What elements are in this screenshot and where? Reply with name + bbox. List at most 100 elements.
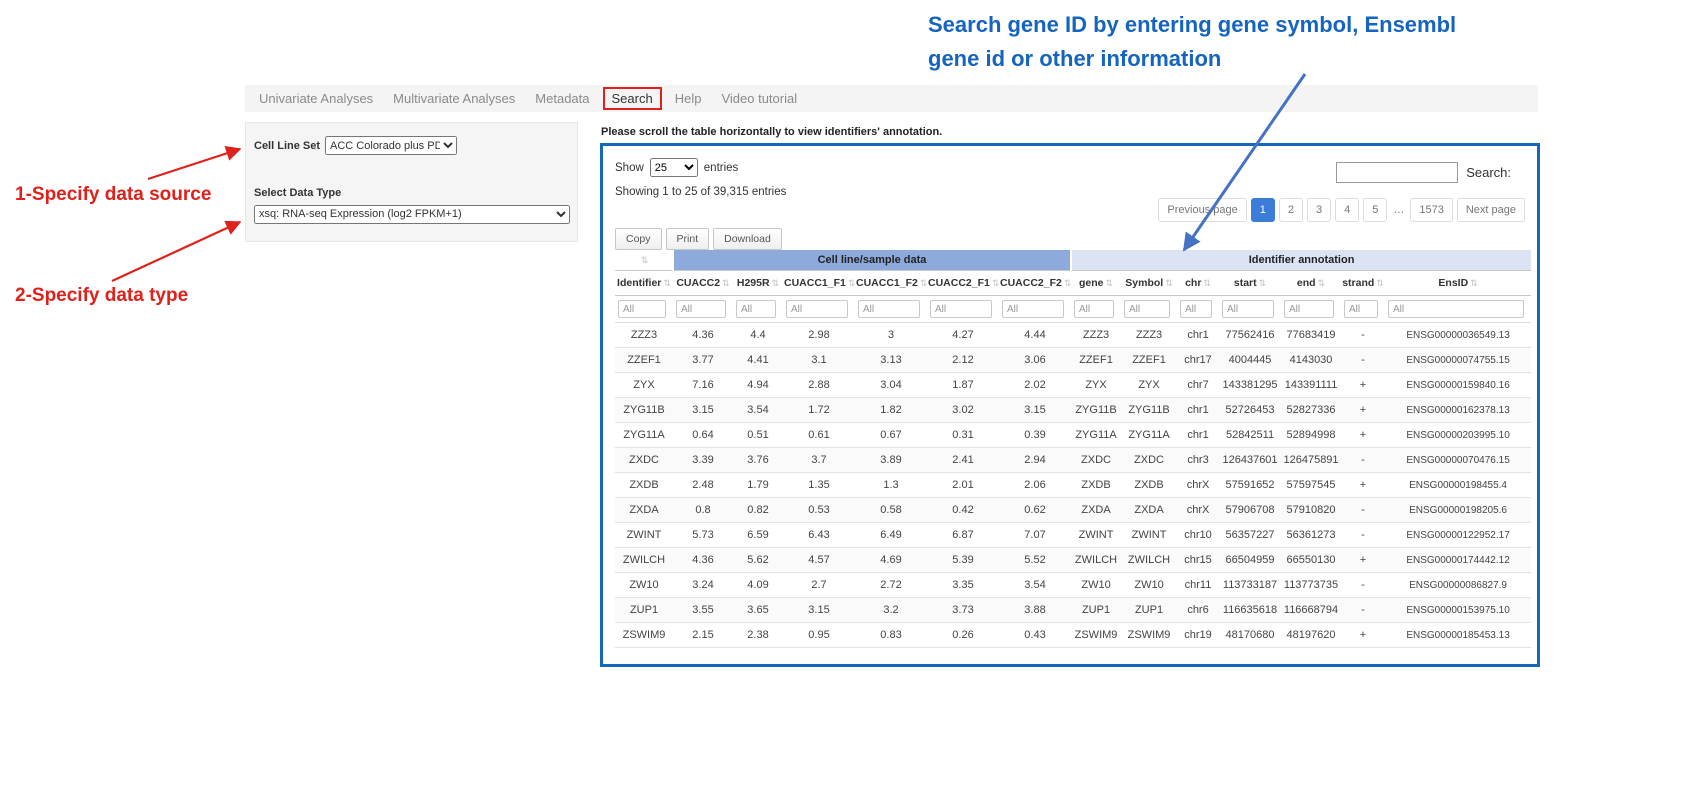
table-cell: 4.4 [733,323,783,348]
table-cell: 4.44 [999,323,1071,348]
table-cell: 143381295 [1219,373,1281,398]
column-header-cuacc2-f2[interactable]: CUACC2_F2⇅ [999,271,1071,296]
column-label: EnsID [1438,277,1468,289]
table-cell: 2.06 [999,473,1071,498]
filter-input-cuacc2[interactable] [676,300,726,318]
table-cell: ZYG11A [615,423,673,448]
nav-item-search[interactable]: Search [603,87,662,110]
data-type-select[interactable]: xsq: RNA-seq Expression (log2 FPKM+1) [254,205,570,224]
table-cell: 5.62 [733,548,783,573]
column-header-gene[interactable]: gene⇅ [1071,271,1121,296]
table-cell: 4.27 [927,323,999,348]
table-row: ZYX7.164.942.883.041.872.02ZYXZYXchr7143… [615,373,1531,398]
column-header-ensid[interactable]: EnsID⇅ [1385,271,1531,296]
table-cell: 3.55 [673,598,733,623]
pagination: Previous page12345…1573Next page [1158,198,1525,222]
filter-input-cuacc2-f2[interactable] [1002,300,1064,318]
page-button-1573[interactable]: 1573 [1410,198,1452,222]
nav-item-help[interactable]: Help [665,88,712,109]
column-header-cuacc2[interactable]: CUACC2⇅ [673,271,733,296]
table-cell: 1.82 [855,398,927,423]
column-header-symbol[interactable]: Symbol⇅ [1121,271,1177,296]
table-cell: 52894998 [1281,423,1341,448]
table-search: Search: [1336,162,1511,183]
table-row: ZZZ34.364.42.9834.274.44ZZZ3ZZZ3chr17756… [615,323,1531,348]
filter-input-cuacc1-f1[interactable] [786,300,848,318]
filter-input-h295r[interactable] [736,300,776,318]
filter-input-cuacc1-f2[interactable] [858,300,920,318]
column-header-chr[interactable]: chr⇅ [1177,271,1219,296]
filter-cell [1121,296,1177,323]
column-label: Identifier [617,277,661,289]
annotation-search-note: Search gene ID by entering gene symbol, … [928,8,1458,76]
column-label: CUACC1_F1 [784,277,846,289]
column-header-strand[interactable]: strand⇅ [1341,271,1385,296]
table-cell: ZW10 [615,573,673,598]
table-cell: ENSG00000162378.13 [1385,398,1531,423]
column-header-end[interactable]: end⇅ [1281,271,1341,296]
page-button-2[interactable]: 2 [1279,198,1303,222]
page-length-select[interactable]: 25 [650,158,698,177]
table-cell: 3.7 [783,448,855,473]
cell-line-set-select[interactable]: ACC Colorado plus PDX [325,136,457,155]
table-row: ZYG11B3.153.541.721.823.023.15ZYG11BZYG1… [615,398,1531,423]
table-cell: 6.87 [927,523,999,548]
filter-input-cuacc2-f1[interactable] [930,300,992,318]
table-cell: 2.48 [673,473,733,498]
filter-input-start[interactable] [1222,300,1274,318]
table-cell: 48170680 [1219,623,1281,648]
print-button[interactable]: Print [666,228,710,250]
table-row: ZXDB2.481.791.351.32.012.06ZXDBZXDBchrX5… [615,473,1531,498]
nav-item-univariate-analyses[interactable]: Univariate Analyses [249,88,383,109]
table-cell: ZWILCH [615,548,673,573]
column-header-cuacc1-f1[interactable]: CUACC1_F1⇅ [783,271,855,296]
filter-input-symbol[interactable] [1124,300,1170,318]
previous-page-button[interactable]: Previous page [1158,198,1246,222]
table-cell: 0.43 [999,623,1071,648]
table-row: ZUP13.553.653.153.23.733.88ZUP1ZUP1chr61… [615,598,1531,623]
page-button-1[interactable]: 1 [1251,198,1275,222]
page-button-3[interactable]: 3 [1307,198,1331,222]
filter-cell [1281,296,1341,323]
table-cell: 56357227 [1219,523,1281,548]
filter-input-strand[interactable] [1344,300,1378,318]
filter-input-chr[interactable] [1180,300,1212,318]
table-cell: 52842511 [1219,423,1281,448]
entries-label: entries [704,162,739,174]
column-header-h295r[interactable]: H295R⇅ [733,271,783,296]
filter-input-gene[interactable] [1074,300,1114,318]
sort-icon: ⇅ [1318,278,1326,288]
table-cell: + [1341,548,1385,573]
filter-input-end[interactable] [1284,300,1334,318]
table-cell: ENSG00000198205.6 [1385,498,1531,523]
column-header-start[interactable]: start⇅ [1219,271,1281,296]
table-cell: 143391111 [1281,373,1341,398]
page-button-5[interactable]: 5 [1363,198,1387,222]
column-header-cuacc1-f2[interactable]: CUACC1_F2⇅ [855,271,927,296]
nav-item-metadata[interactable]: Metadata [525,88,599,109]
table-cell: ZXDB [1071,473,1121,498]
filter-cell [733,296,783,323]
page-button-4[interactable]: 4 [1335,198,1359,222]
filter-input-ensid[interactable] [1388,300,1524,318]
table-cell: 3.73 [927,598,999,623]
table-cell: 4.36 [673,548,733,573]
table-cell: 3.04 [855,373,927,398]
search-input[interactable] [1336,162,1458,183]
search-label: Search: [1466,165,1511,180]
next-page-button[interactable]: Next page [1457,198,1525,222]
nav-item-video-tutorial[interactable]: Video tutorial [711,88,807,109]
table-cell: ENSG00000198455.4 [1385,473,1531,498]
table-cell: + [1341,623,1385,648]
table-cell: ZUP1 [1071,598,1121,623]
table-cell: ZXDB [1121,473,1177,498]
column-header-cuacc2-f1[interactable]: CUACC2_F1⇅ [927,271,999,296]
nav-item-multivariate-analyses[interactable]: Multivariate Analyses [383,88,525,109]
column-label: CUACC2 [676,277,720,289]
filter-input-identifier[interactable] [618,300,666,318]
table-cell: 57910820 [1281,498,1341,523]
column-header-identifier[interactable]: Identifier⇅ [615,271,673,296]
table-cell: 2.01 [927,473,999,498]
download-button[interactable]: Download [713,228,782,250]
copy-button[interactable]: Copy [615,228,662,250]
